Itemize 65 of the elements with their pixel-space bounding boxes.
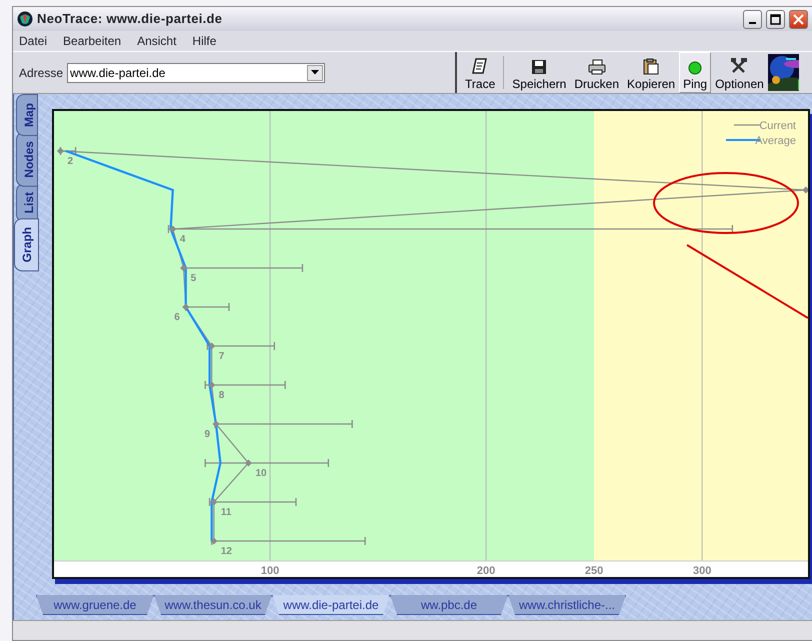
- site-tab[interactable]: ww.pbc.de: [390, 595, 508, 615]
- address-combo-box[interactable]: www.die-partei.de: [67, 62, 326, 82]
- axis-tick-label: 200: [476, 565, 496, 577]
- hop-label: 7: [218, 351, 224, 362]
- error-bar: [206, 342, 276, 350]
- hop-label: 5: [190, 273, 196, 284]
- minimize-button[interactable]: [743, 10, 762, 28]
- data-point: [180, 264, 188, 272]
- hop-label: 9: [204, 429, 210, 440]
- close-icon: [793, 14, 804, 24]
- ping-button[interactable]: Ping: [679, 52, 712, 93]
- hop-label: 10: [255, 468, 267, 479]
- toolbar-button[interactable]: Trace: [461, 52, 500, 93]
- toolbar-button[interactable]: Drucken: [570, 52, 624, 93]
- close-button[interactable]: [789, 10, 808, 28]
- menu-item[interactable]: Bearbeiten: [61, 32, 124, 50]
- menu-item[interactable]: Hilfe: [190, 32, 218, 50]
- data-point: [56, 148, 64, 154]
- window-title: NeoTrace: www.die-partei.de: [37, 10, 222, 28]
- hop-label: 8: [218, 390, 224, 401]
- site-tab[interactable]: www.christliche-...: [508, 595, 626, 615]
- side-tab[interactable]: Map: [16, 94, 38, 136]
- address-label: Adresse: [19, 64, 64, 82]
- site-tab[interactable]: www.gruene.de: [36, 595, 154, 615]
- menu-item[interactable]: Ansicht: [135, 32, 178, 50]
- data-point: [208, 382, 216, 388]
- hop-label: 2: [67, 156, 74, 167]
- minimize-icon: [749, 22, 756, 24]
- axis-tick-label: 300: [692, 565, 712, 577]
- status-dot-icon: [688, 61, 702, 75]
- caret-icon: [311, 70, 320, 75]
- axis-tick-label: 100: [260, 565, 280, 577]
- maximize-button[interactable]: [766, 10, 785, 28]
- site-tab[interactable]: www.thesun.co.uk: [154, 595, 272, 615]
- axis-tick-label: 250: [584, 565, 604, 577]
- app-logo-icon: [17, 11, 33, 27]
- dropdown-button[interactable]: [307, 64, 324, 80]
- clipboard-icon: [643, 58, 660, 75]
- legend-label: Current: [759, 120, 796, 132]
- data-point: [802, 186, 808, 194]
- toolbar-button[interactable]: Kopieren: [623, 52, 680, 93]
- data-point: [210, 538, 218, 544]
- toolbar-button[interactable]: Speichern: [508, 52, 570, 93]
- data-point: [244, 460, 252, 466]
- site-tab[interactable]: www.die-partei.de: [272, 595, 390, 615]
- printer-icon: [588, 59, 606, 75]
- save-icon: [531, 59, 548, 75]
- maximize-icon: [770, 14, 781, 24]
- data-point: [212, 420, 220, 428]
- script-icon: [471, 57, 490, 75]
- hop-label: 6: [174, 312, 180, 323]
- hop-label: 4: [180, 234, 186, 245]
- side-tab[interactable]: Graph: [14, 218, 39, 272]
- side-tab[interactable]: Nodes: [16, 132, 38, 187]
- hop-label: 12: [220, 546, 232, 557]
- data-point: [182, 304, 190, 310]
- hop-label: 11: [220, 507, 232, 518]
- data-point: [210, 498, 218, 506]
- address-field[interactable]: www.die-partei.de: [70, 64, 308, 82]
- data-point: [169, 226, 176, 232]
- tools-icon: [730, 57, 748, 75]
- toolbar-button[interactable]: Optionen: [711, 52, 768, 93]
- menu-item[interactable]: Datei: [17, 32, 50, 50]
- legend-label: Average: [755, 135, 796, 147]
- data-point: [208, 342, 216, 350]
